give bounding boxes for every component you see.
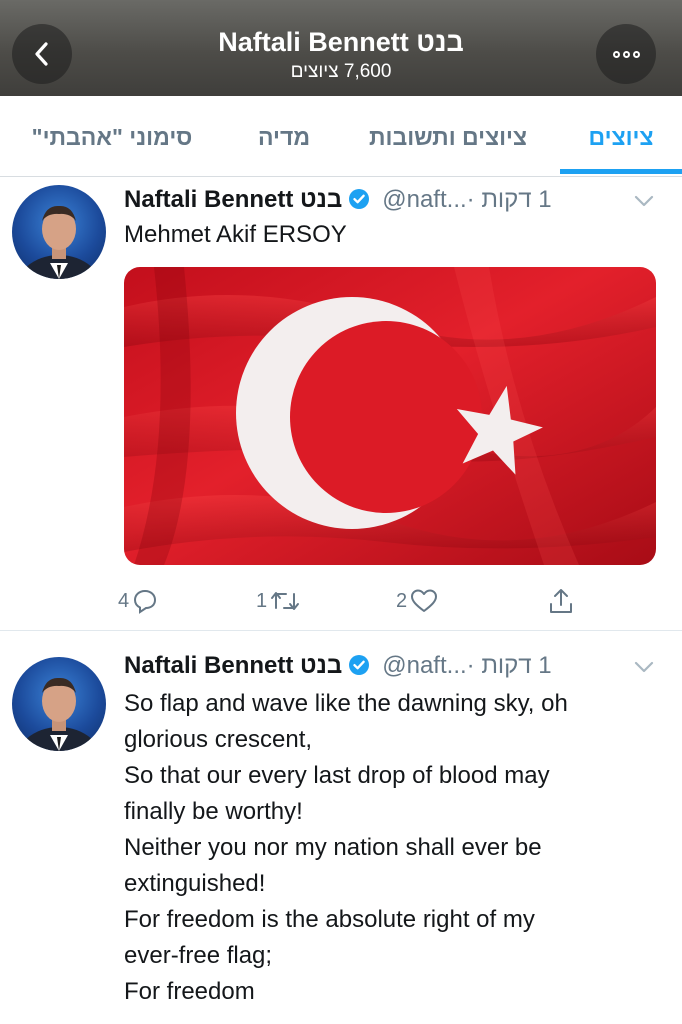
tweet-text-line: finally be worthy! — [124, 798, 303, 825]
author-handle: @naft... — [382, 186, 467, 213]
verified-badge-icon — [348, 186, 370, 220]
profile-tabs: סימוני "אהבתי" מדיה ציוצים ותשובות ציוצי… — [0, 96, 682, 177]
reply-icon — [134, 589, 157, 614]
tweet-text-line: Neither you nor my nation shall ever be — [124, 834, 542, 861]
profile-name-title: Naftali Bennett בנט — [218, 27, 464, 57]
profile-header: Naftali Bennett בנט 7,600 ציוצים — [0, 0, 682, 96]
chevron-down-icon[interactable] — [632, 191, 656, 211]
tweet-text: So flap and wave like the dawning sky, o… — [124, 686, 672, 1010]
reply-count: 4 — [118, 589, 130, 612]
tab-tweets[interactable]: ציוצים — [560, 96, 682, 176]
heart-icon — [411, 589, 438, 612]
tweet-text-line: ever-free flag; — [124, 942, 273, 969]
author-handle: @naft... — [382, 652, 467, 679]
tweet-count: 7,600 ציוצים — [290, 61, 392, 82]
tweet-text-line: glorious crescent, — [124, 726, 313, 753]
tab-likes[interactable]: סימוני "אהבתי" — [12, 96, 212, 176]
retweet-button[interactable]: 1 — [256, 581, 300, 621]
tab-media[interactable]: מדיה — [224, 96, 344, 176]
tweet-text-line: For freedom is the absolute right of my — [124, 906, 535, 933]
chevron-left-icon — [35, 42, 48, 66]
tweet-actions: 4 1 2 — [0, 581, 682, 621]
tweet-text-line: extinguished! — [124, 870, 266, 897]
tweet-text-line: For freedom — [124, 978, 255, 1005]
like-button[interactable]: 2 — [396, 581, 438, 621]
author-name[interactable]: Naftali Bennett בנט — [124, 652, 342, 679]
verified-badge-icon — [348, 652, 370, 686]
back-button[interactable] — [12, 24, 72, 84]
tweet-time: 1 דקות · — [466, 652, 552, 679]
share-button[interactable] — [544, 581, 575, 621]
more-options-icon — [612, 50, 640, 58]
avatar[interactable] — [12, 657, 106, 751]
retweet-count: 1 — [256, 589, 268, 612]
chevron-down-icon[interactable] — [632, 657, 656, 677]
tab-tweets-and-replies[interactable]: ציוצים ותשובות — [350, 96, 546, 176]
author-name[interactable]: Naftali Bennett בנט — [124, 186, 342, 213]
tweet-author-row: Naftali Bennett בנט @naft...1 דקות · — [124, 649, 552, 683]
tweet[interactable]: Naftali Bennett בנט @naft...1 דקות · So f… — [0, 631, 682, 1024]
avatar[interactable] — [12, 185, 106, 279]
turkish-flag-image[interactable] — [124, 267, 656, 565]
share-icon — [550, 589, 572, 613]
tweet-author-row: Naftali Bennett בנט @naft...1 דקות · — [124, 183, 552, 217]
tweet-text-line: So that our every last drop of blood may — [124, 762, 550, 789]
profile-photo — [16, 205, 102, 279]
tweet-text: Mehmet Akif ERSOY — [124, 217, 672, 253]
profile-photo — [16, 677, 102, 751]
tweet-time: 1 דקות · — [466, 186, 552, 213]
tweet[interactable]: Naftali Bennett בנט @naft...1 דקות · Mehm… — [0, 177, 682, 629]
tweet-text-line: So flap and wave like the dawning sky, o… — [124, 690, 568, 717]
reply-button[interactable]: 4 — [118, 581, 158, 621]
tweet-text-line: Mehmet Akif ERSOY — [124, 221, 347, 248]
more-options-button[interactable] — [596, 24, 656, 84]
retweet-icon — [271, 592, 300, 610]
active-tab-indicator — [560, 169, 682, 174]
like-count: 2 — [396, 589, 408, 612]
